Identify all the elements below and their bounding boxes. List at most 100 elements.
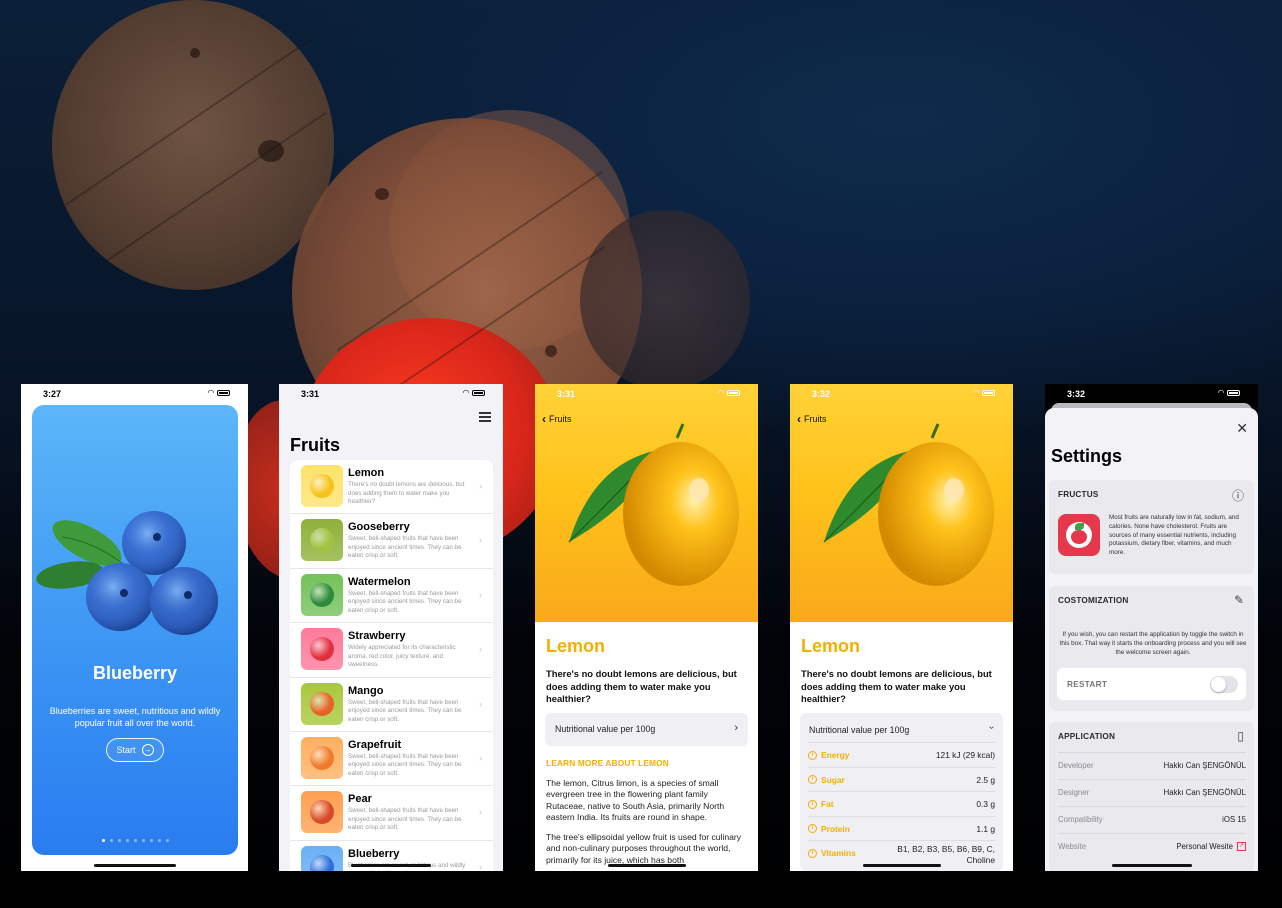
fruit-row[interactable]: Mango Sweet, bell-shaped fruits that have… [290, 678, 493, 732]
status-icons: ◠ [1218, 389, 1240, 397]
status-time: 3:31 [301, 389, 320, 399]
fruit-summary: Widely appreciated for its characteristi… [348, 644, 456, 669]
back-button[interactable]: ‹ Fruits [542, 411, 572, 426]
fruit-image [310, 528, 334, 553]
lemon-image [823, 423, 994, 586]
info-value-text: Personal Wesite [1176, 842, 1233, 851]
page-dot[interactable] [117, 839, 121, 842]
fruit-summary: Sweet, bell-shaped fruits that have been… [348, 698, 462, 723]
onboarding-card[interactable]: Blueberry Blueberries are sweet, nutriti… [32, 405, 238, 855]
fruit-detail-screen: ‹ Fruits 3:31 ◠ Lemon There's no doubt l… [535, 384, 758, 871]
info-value: Hakkı Can ŞENGÖNÜL [1164, 788, 1246, 797]
page-indicator[interactable] [32, 839, 238, 842]
fruit-row[interactable]: Pear Sweet, bell-shaped fruits that have … [290, 786, 493, 841]
info-icon: ⓘ [1231, 489, 1244, 503]
fruit-thumbnail [301, 465, 343, 507]
nutrition-disclosure[interactable]: Nutritional value per 100g › [545, 713, 748, 746]
fruit-summary: Sweet, bell-shaped fruits that have been… [348, 535, 462, 560]
nutrition-disclosure-expanded[interactable]: Nutritional value per 100g › i Energy 121 … [800, 713, 1003, 871]
fruit-row[interactable]: Gooseberry Sweet, bell-shaped fruits that… [290, 514, 493, 569]
page-dot[interactable] [133, 839, 137, 842]
wood-knot [190, 48, 200, 58]
nutrient-row: i Fat 0.3 g [808, 791, 995, 816]
info-icon: i [808, 775, 817, 784]
chevron-left-icon: ‹ [797, 411, 801, 426]
status-bar: 3:32 ◠ [1045, 384, 1258, 404]
fruit-name: Grapefruit [348, 738, 402, 751]
close-icon[interactable]: ✕ [1236, 420, 1248, 437]
nutrient-name: i Vitamins [808, 848, 856, 858]
fruit-title: Lemon [801, 636, 861, 656]
fruit-name: Blueberry [348, 847, 400, 860]
chevron-right-icon: › [479, 481, 482, 491]
restart-toggle[interactable] [1210, 676, 1238, 693]
fruit-row[interactable]: Lemon There's no doubt lemons are delicio… [290, 460, 493, 515]
back-button[interactable]: ‹ Fruits [797, 411, 827, 426]
chevron-left-icon: ‹ [542, 411, 546, 426]
back-label: Fruits [549, 414, 572, 424]
fruit-name: Pear [348, 793, 372, 806]
home-indicator [862, 864, 941, 867]
page-dot[interactable] [141, 839, 145, 842]
nutrient-name: i Fat [808, 799, 834, 809]
fruit-image [310, 474, 334, 498]
page-dot[interactable] [109, 839, 113, 842]
nutrient-label: Vitamins [821, 848, 856, 858]
fruit-thumbnail [301, 845, 343, 871]
description-paragraph: The tree's ellipsoidal yellow fruit is u… [546, 832, 742, 865]
chevron-right-icon: › [479, 861, 482, 871]
application-section: APPLICATION ▯ Developer Hakkı Can ŞENGÖNÜ… [1049, 722, 1254, 871]
description-paragraph: The lemon, Citrus limon, is a species of… [546, 778, 725, 822]
info-value: iOS 15 [1222, 815, 1246, 824]
status-time: 3:31 [557, 389, 576, 399]
start-label: Start [116, 745, 136, 755]
info-icon: i [808, 799, 817, 809]
page-dot[interactable] [125, 839, 129, 842]
page-dot[interactable] [157, 839, 161, 842]
fruit-summary: Sweet, bell-shaped fruits that have been… [348, 807, 462, 832]
fructus-description: Most fruits are naturally low in fat, so… [1109, 514, 1239, 557]
fruit-thumbnail [301, 791, 343, 834]
status-bar: 3:32 ◠ [790, 384, 1013, 404]
fruit-image [310, 854, 334, 871]
nutrition-label: Nutritional value per 100g [555, 724, 656, 734]
nutrient-row: i Vitamins B1, B2, B3, B5, B6, B9, C, Chol… [808, 840, 995, 865]
fruit-row[interactable]: Strawberry Widely appreciated for its cha… [290, 623, 493, 678]
status-icons: ◠ [208, 389, 230, 397]
info-key: Compatibility [1058, 815, 1103, 824]
fruit-row[interactable]: Watermelon Sweet, bell-shaped fruits that… [290, 569, 493, 624]
info-value: Personal Wesite ↗ [1176, 842, 1246, 851]
info-key: Designer [1058, 788, 1090, 797]
chevron-right-icon: › [479, 752, 482, 763]
status-bar: 3:31 ◠ [535, 384, 758, 404]
blueberry-image [36, 511, 218, 635]
arrow-right-circle-icon: → [141, 744, 154, 756]
info-row[interactable]: Website Personal Wesite ↗ [1058, 833, 1246, 860]
nutrient-value: 121 kJ (29 kcal) [935, 750, 995, 760]
info-icon: i [808, 848, 817, 858]
external-link-icon[interactable]: ↗ [1237, 842, 1246, 851]
fruit-description: The lemon, Citrus limon, is a species of… [546, 778, 746, 871]
page-dot[interactable] [149, 839, 153, 842]
lemon-image [568, 423, 739, 586]
page-dot[interactable] [101, 839, 105, 842]
info-key: Developer [1058, 761, 1094, 770]
fruit-image [310, 582, 334, 607]
phone-icon: ▯ [1237, 729, 1244, 743]
settings-sliders-icon[interactable] [479, 412, 491, 424]
info-row: Compatibility iOS 15 [1058, 806, 1246, 833]
fruit-detail-screen-expanded: ‹ Fruits 3:32 ◠ Lemon There's no doubt l… [790, 384, 1013, 871]
fruit-thumbnail [301, 682, 343, 725]
fruit-headline: There's no doubt lemons are delicious, b… [801, 668, 992, 704]
page-dot[interactable] [165, 839, 169, 842]
customization-description: If you wish, you can restart the applica… [1059, 631, 1247, 656]
fruit-list-screen: 3:31 ◠ Fruits Lemon There's no doubt lemo… [279, 384, 503, 871]
start-button[interactable]: Start → [106, 738, 164, 762]
fruit-summary: Sweet, bell-shaped fruits that have been… [348, 589, 462, 614]
home-indicator [351, 864, 431, 867]
fruit-title: Lemon [546, 636, 606, 656]
nutrient-value: B1, B2, B3, B5, B6, B9, C, Choline [897, 844, 995, 865]
fruit-row[interactable]: Grapefruit Sweet, bell-shaped fruits that… [290, 732, 493, 787]
info-value-text: Hakkı Can ŞENGÖNÜL [1163, 761, 1246, 770]
nutrient-name: i Sugar [808, 775, 845, 785]
